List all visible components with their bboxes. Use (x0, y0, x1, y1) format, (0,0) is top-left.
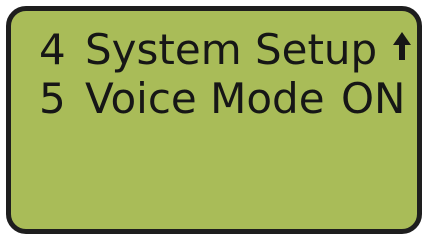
menu-item-number: 4 (39, 25, 66, 74)
lcd-screen: 4 System Setup 5 Voice Mode ON (6, 6, 422, 234)
menu-item-number: 5 (39, 74, 66, 123)
menu-item-label: System Setup (85, 25, 378, 74)
menu-item-label: Voice Mode (85, 74, 325, 123)
voice-mode-value: ON (341, 74, 406, 123)
up-arrow-icon (392, 31, 412, 61)
